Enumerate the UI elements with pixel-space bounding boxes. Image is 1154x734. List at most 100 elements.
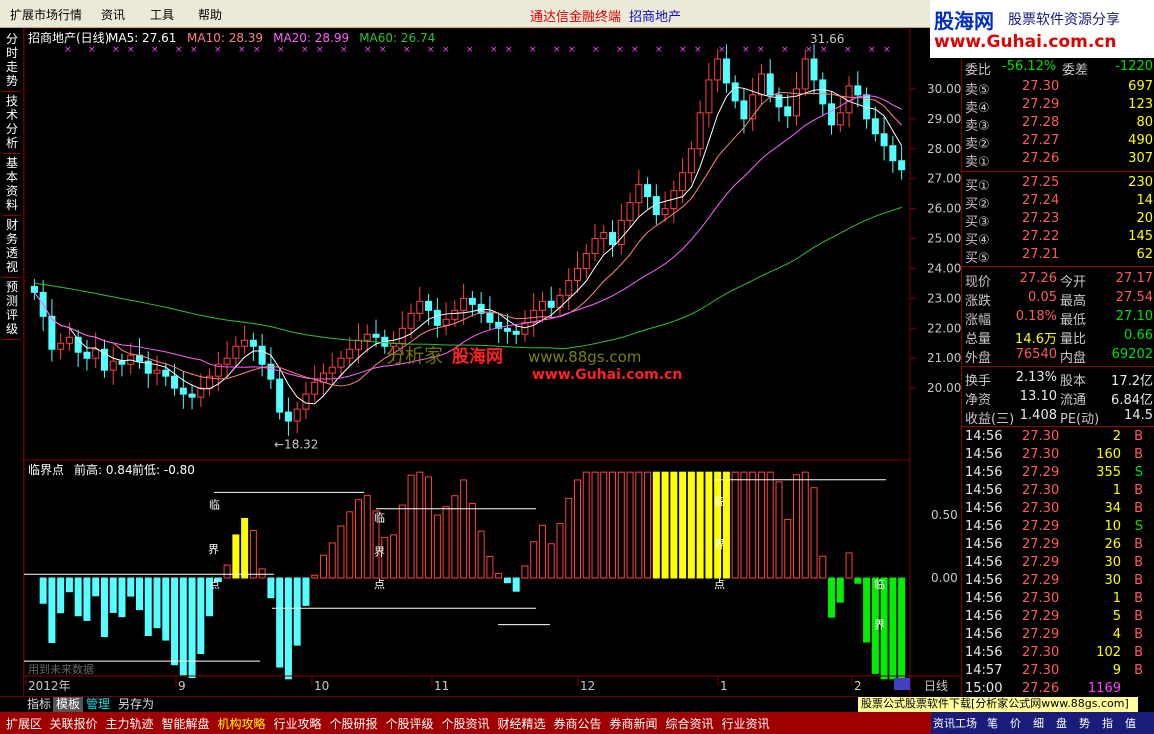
status-item[interactable]: 行业资讯 — [722, 715, 770, 732]
future-note: 用到未来数据 — [28, 662, 94, 676]
osc-bar — [425, 476, 433, 579]
status-item[interactable]: 智能解盘 — [162, 715, 210, 732]
signal-mark: × — [175, 45, 183, 55]
osc-bar — [118, 577, 126, 618]
stat-value: 0.18% — [1015, 309, 1057, 324]
tick-side: B — [1134, 501, 1143, 516]
candle-body — [311, 381, 319, 395]
candle-body — [801, 58, 809, 90]
menu-help[interactable]: 帮助 — [198, 6, 222, 23]
ask-price: 27.30 — [1022, 79, 1060, 94]
candle-body — [898, 160, 906, 171]
sep — [962, 366, 1154, 367]
osc-bar — [249, 530, 257, 579]
osc-bar — [197, 577, 205, 655]
right-tab[interactable]: 指 — [1102, 715, 1113, 731]
tick-side: B — [1134, 483, 1143, 498]
tab-template[interactable]: 模板 — [53, 697, 84, 713]
candle-body — [565, 279, 573, 296]
tab-saveas[interactable]: 另存为 — [115, 697, 157, 713]
osc-bar — [775, 481, 783, 579]
status-item[interactable]: 个股研报 — [330, 715, 378, 732]
tab-forecast[interactable]: 预测评级 — [3, 280, 21, 340]
tick-row: 14:56 27.30 1 B — [962, 482, 1154, 500]
ask-volume: 697 — [1128, 79, 1153, 94]
tick-volume: 160 — [1096, 447, 1121, 462]
stat-row: 外盘 76540 内盘 69202 — [962, 346, 1154, 366]
status-item[interactable]: 机构攻略 — [218, 715, 266, 732]
osc-bar — [731, 471, 739, 579]
ask-volume: 490 — [1128, 133, 1153, 148]
tab-timeshare[interactable]: 分时走势 — [3, 32, 21, 92]
status-item[interactable]: 综合资讯 — [666, 715, 714, 732]
chart-area[interactable]: 招商地产(日线)MA5: 27.61 MA10: 28.39 MA20: 28.99… — [24, 28, 961, 696]
tick-price: 27.29 — [1022, 573, 1060, 588]
right-tab[interactable]: 资讯工场 — [933, 715, 977, 731]
tick-time: 14:56 — [965, 447, 1003, 462]
signal-mark: × — [616, 45, 624, 55]
signal-mark: × — [316, 45, 324, 55]
tick-price: 27.29 — [1022, 609, 1060, 624]
tick-price: 27.30 — [1022, 501, 1060, 516]
osc-bar — [241, 517, 249, 579]
osc-bar — [819, 555, 827, 579]
status-item[interactable]: 财经精选 — [498, 715, 546, 732]
status-item[interactable]: 个股资讯 — [442, 715, 490, 732]
menu-market[interactable]: 扩展市场行情 — [10, 6, 82, 23]
candle-body — [92, 348, 100, 359]
tick-side: B — [1134, 429, 1143, 444]
ask-row: 卖⑤ 27.30 697 — [962, 78, 1154, 98]
candle-body — [591, 238, 599, 254]
status-item[interactable]: 券商公告 — [554, 715, 602, 732]
status-item[interactable]: 券商新闻 — [610, 715, 658, 732]
promo-banner[interactable]: 通达信金融终端 招商地产 — [530, 6, 681, 25]
osc-bar — [705, 471, 713, 579]
osc-bar — [591, 471, 599, 579]
bid-volume: 145 — [1128, 229, 1153, 244]
status-item[interactable]: 行业攻略 — [274, 715, 322, 732]
oscillator-pane[interactable]: 临界点 前高: 0.84 前低: -0.800.500.00临界点临界点临界点 临界用… — [24, 459, 960, 693]
tick-volume: 102 — [1096, 645, 1121, 660]
tick-price: 27.30 — [1022, 645, 1060, 660]
status-item[interactable]: 关联报价 — [50, 715, 98, 732]
candle-body — [757, 73, 765, 96]
promo-terminal[interactable]: 通达信金融终端 — [530, 10, 621, 25]
tick-row: 14:57 27.30 9 B — [962, 662, 1154, 680]
tick-row: 14:56 27.29 355 S — [962, 464, 1154, 482]
tab-manage[interactable]: 管理 — [83, 697, 113, 713]
right-tab[interactable]: 值 — [1125, 715, 1136, 731]
osc-bar — [503, 577, 511, 584]
right-tab[interactable]: 价 — [1010, 715, 1021, 731]
right-tab[interactable]: 细 — [1033, 715, 1044, 731]
tab-technical[interactable]: 技术分析 — [3, 94, 21, 154]
candle-body — [249, 339, 257, 347]
period-dots — [894, 678, 910, 690]
tick-side: B — [1134, 627, 1143, 642]
download-banner[interactable]: 股票公式股票软件下载[分析家公式网www.88gs.com] — [858, 697, 1138, 712]
candle-body — [503, 327, 511, 332]
osc-bar — [100, 577, 108, 638]
signal-mark: × — [631, 45, 639, 55]
right-tab[interactable]: 势 — [1079, 715, 1090, 731]
promo-stock[interactable]: 招商地产 — [629, 10, 681, 25]
stat2-row: 换手 2.13% 股本 17.2亿 — [962, 369, 1154, 389]
tab-indicator[interactable]: 指标 — [24, 697, 54, 713]
tab-financial[interactable]: 财务透视 — [3, 218, 21, 278]
candle-body — [162, 369, 170, 377]
right-tab[interactable]: 盘 — [1056, 715, 1067, 731]
status-item[interactable]: 主力轨迹 — [106, 715, 154, 732]
candle-body — [644, 184, 652, 198]
right-tab[interactable]: 笔 — [987, 715, 998, 731]
ask-price: 27.29 — [1022, 97, 1060, 112]
osc-marker-lin: 临 — [714, 494, 725, 508]
xaxis-label: 2 — [854, 679, 862, 693]
menu-tools[interactable]: 工具 — [150, 6, 174, 23]
status-item[interactable]: 个股评级 — [386, 715, 434, 732]
tick-row: 14:56 27.29 5 B — [962, 608, 1154, 626]
tab-fundamentals[interactable]: 基本资料 — [3, 156, 21, 216]
status-item[interactable]: 扩展区 — [6, 715, 42, 732]
stat-row: 涨跌 0.05 最高 27.54 — [962, 289, 1154, 309]
ask-row: 卖① 27.26 307 — [962, 150, 1154, 170]
menu-info[interactable]: 资讯 — [101, 6, 125, 23]
osc-bar — [626, 471, 634, 579]
